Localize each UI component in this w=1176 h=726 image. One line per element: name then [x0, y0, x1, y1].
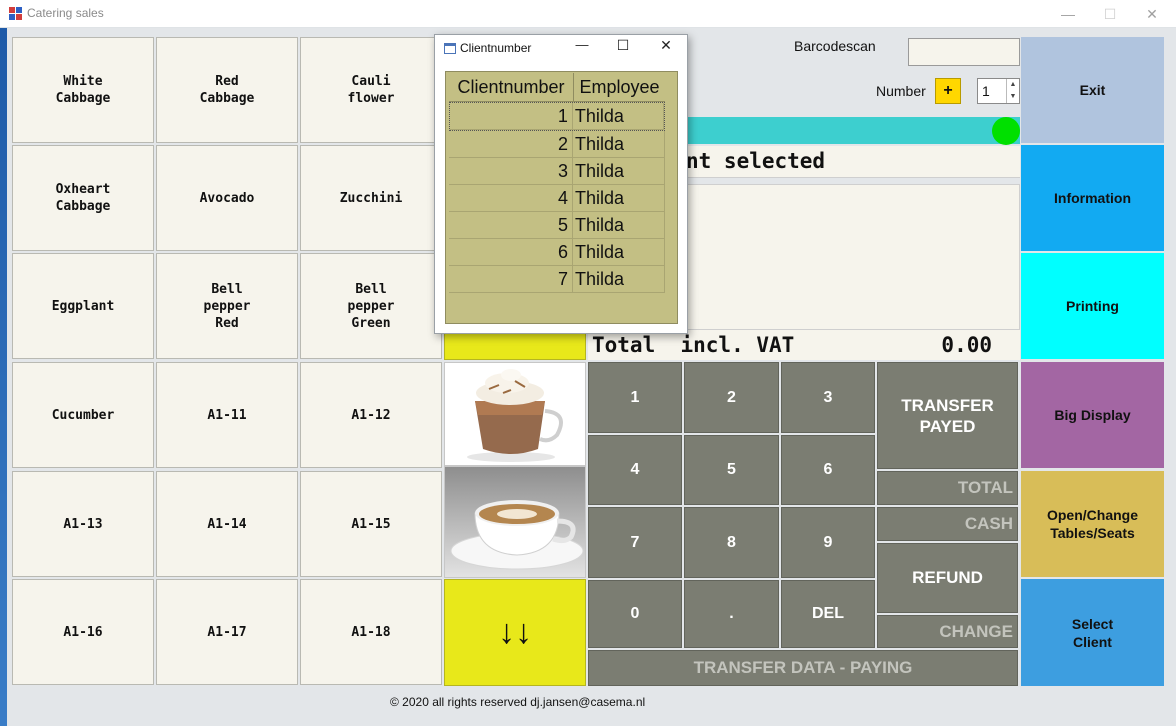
key-decimal[interactable]: .	[684, 580, 779, 648]
product-button[interactable]: Cucumber	[12, 362, 154, 468]
key-5[interactable]: 5	[684, 435, 779, 505]
printing-button[interactable]: Printing	[1021, 253, 1164, 359]
table-row[interactable]: 4 Thilda	[449, 185, 665, 212]
product-button[interactable]: A1-13	[12, 471, 154, 577]
table-row[interactable]: 1 Thilda	[449, 102, 665, 131]
product-button[interactable]: Bell pepper Red	[156, 253, 298, 359]
cell-employee: Thilda	[572, 103, 664, 130]
exit-button[interactable]: Exit	[1021, 37, 1164, 143]
key-8[interactable]: 8	[684, 507, 779, 578]
chevron-down-icon[interactable]: ▼	[1006, 91, 1019, 103]
table-row[interactable]: 5 Thilda	[449, 212, 665, 239]
close-button[interactable]: ✕	[1129, 0, 1175, 28]
product-button[interactable]: A1-14	[156, 471, 298, 577]
column-header-employee[interactable]: Employee	[574, 73, 665, 102]
quantity-stepper[interactable]: 1 ▲ ▼	[977, 78, 1020, 104]
table-row[interactable]: 6 Thilda	[449, 239, 665, 266]
product-button[interactable]: Oxheart Cabbage	[12, 145, 154, 251]
window-edge	[0, 28, 7, 726]
window-titlebar	[0, 0, 1176, 28]
minimize-button[interactable]: —	[1045, 0, 1091, 28]
footer-copyright: © 2020 all rights reserved dj.jansen@cas…	[390, 695, 646, 709]
client-status-text: nt selected	[686, 149, 826, 173]
product-button[interactable]: A1-15	[300, 471, 442, 577]
key-6[interactable]: 6	[781, 435, 875, 505]
product-button[interactable]: A1-18	[300, 579, 442, 685]
dialog-maximize-button[interactable]: ☐	[608, 37, 638, 54]
cell-clientnumber: 5	[449, 212, 573, 239]
plus-button[interactable]: +	[935, 78, 961, 104]
total-amount: 0.00	[941, 333, 992, 357]
product-button[interactable]: Avocado	[156, 145, 298, 251]
dialog-minimize-button[interactable]: —	[567, 37, 597, 52]
maximize-button[interactable]: ☐	[1087, 0, 1133, 28]
window-title: Catering sales	[27, 6, 104, 20]
column-header-clientnumber[interactable]: Clientnumber	[449, 73, 574, 102]
product-button[interactable]: A1-12	[300, 362, 442, 468]
key-4[interactable]: 4	[588, 435, 682, 505]
client-table: Clientnumber Employee 1 Thilda 2 Thilda …	[445, 71, 678, 324]
cell-clientnumber: 6	[449, 239, 573, 266]
product-button[interactable]: White Cabbage	[12, 37, 154, 143]
cell-employee: Thilda	[573, 212, 665, 239]
product-button[interactable]: A1-17	[156, 579, 298, 685]
key-7[interactable]: 7	[588, 507, 682, 578]
cell-employee: Thilda	[573, 266, 665, 293]
product-button[interactable]: Zucchini	[300, 145, 442, 251]
cell-employee: Thilda	[573, 185, 665, 212]
dialog-title: Clientnumber	[460, 41, 532, 55]
change-button[interactable]: CHANGE	[877, 615, 1018, 648]
chevron-up-icon[interactable]: ▲	[1006, 79, 1019, 91]
cell-employee: Thilda	[573, 131, 665, 158]
cell-employee: Thilda	[573, 158, 665, 185]
open-change-tables-button[interactable]: Open/Change Tables/Seats	[1021, 471, 1164, 577]
information-button[interactable]: Information	[1021, 145, 1164, 251]
key-9[interactable]: 9	[781, 507, 875, 578]
key-delete[interactable]: DEL	[781, 580, 875, 648]
key-0[interactable]: 0	[588, 580, 682, 648]
scroll-down-button[interactable]: ↓↓	[444, 579, 586, 686]
product-button[interactable]: Bell pepper Green	[300, 253, 442, 359]
product-button[interactable]: Red Cabbage	[156, 37, 298, 143]
product-button[interactable]: Eggplant	[12, 253, 154, 359]
app-icon	[9, 7, 22, 20]
number-label: Number	[876, 83, 926, 99]
window-icon	[444, 43, 456, 54]
dialog-close-button[interactable]: ✕	[651, 37, 681, 54]
cell-clientnumber: 1	[450, 103, 573, 130]
table-body: 1 Thilda 2 Thilda 3 Thilda 4 Thilda 5 Th…	[449, 102, 665, 293]
barcode-label: Barcodescan	[794, 38, 876, 54]
quantity-value: 1	[982, 83, 990, 99]
product-button[interactable]: A1-16	[12, 579, 154, 685]
cell-clientnumber: 2	[449, 131, 573, 158]
table-row[interactable]: 3 Thilda	[449, 158, 665, 185]
key-3[interactable]: 3	[781, 362, 875, 433]
product-button[interactable]: Cauli flower	[300, 37, 442, 143]
cappuccino-image[interactable]	[444, 466, 586, 578]
key-1[interactable]: 1	[588, 362, 682, 433]
cash-button[interactable]: CASH	[877, 507, 1018, 541]
hot-chocolate-image[interactable]	[444, 362, 586, 466]
transfer-payed-button[interactable]: TRANSFER PAYED	[877, 362, 1018, 469]
select-client-button[interactable]: Select Client	[1021, 579, 1164, 686]
cell-clientnumber: 4	[449, 185, 573, 212]
total-button[interactable]: TOTAL	[877, 471, 1018, 505]
total-panel: Total incl. VAT 0.00	[588, 330, 1020, 360]
product-button[interactable]: A1-11	[156, 362, 298, 468]
big-display-button[interactable]: Big Display	[1021, 362, 1164, 468]
status-indicator	[992, 117, 1020, 145]
key-2[interactable]: 2	[684, 362, 779, 433]
cell-employee: Thilda	[573, 239, 665, 266]
transfer-data-paying-button[interactable]: TRANSFER DATA - PAYING	[588, 650, 1018, 686]
table-row[interactable]: 2 Thilda	[449, 131, 665, 158]
total-label: Total incl. VAT	[592, 333, 795, 357]
barcode-input[interactable]	[908, 38, 1020, 66]
refund-button[interactable]: REFUND	[877, 543, 1018, 613]
cell-clientnumber: 3	[449, 158, 573, 185]
cell-clientnumber: 7	[449, 266, 573, 293]
table-row[interactable]: 7 Thilda	[449, 266, 665, 293]
